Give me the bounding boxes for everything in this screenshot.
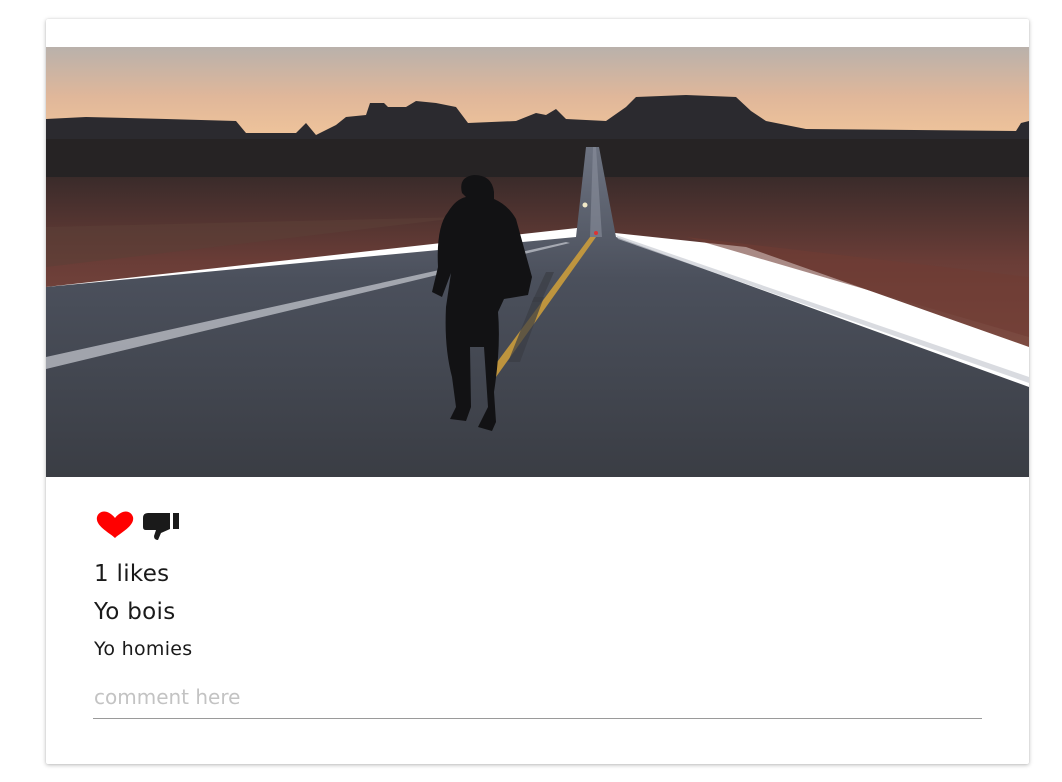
post-card: 1 likes Yo bois Yo homies	[46, 19, 1029, 764]
post-caption: Yo homies	[94, 638, 193, 660]
thumbs-down-icon[interactable]	[140, 509, 182, 541]
post-title: Yo bois	[94, 599, 176, 625]
post-photo	[46, 47, 1029, 477]
comment-input[interactable]	[93, 675, 982, 719]
likes-count: 1 likes	[94, 561, 170, 587]
post-actions	[94, 509, 182, 541]
heart-icon[interactable]	[94, 509, 136, 541]
